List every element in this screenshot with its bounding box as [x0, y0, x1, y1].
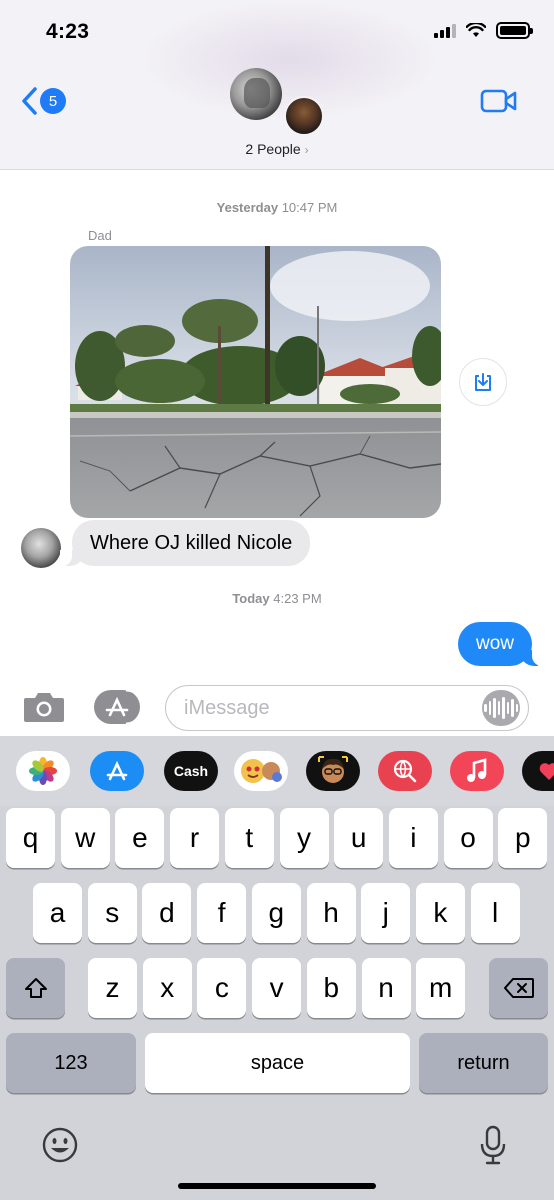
- app-store-app-button[interactable]: [90, 751, 144, 791]
- key-s[interactable]: s: [87, 883, 137, 943]
- key-j[interactable]: j: [361, 883, 411, 943]
- key-k[interactable]: k: [415, 883, 465, 943]
- chevron-left-icon: [22, 87, 37, 115]
- avatar: [284, 96, 324, 136]
- memoji-stickers-icon: [241, 759, 282, 783]
- key-b[interactable]: b: [306, 958, 356, 1018]
- status-icons: [434, 22, 533, 39]
- sender-avatar[interactable]: [21, 528, 61, 568]
- key-p[interactable]: p: [498, 808, 548, 868]
- timestamp-time: 10:47 PM: [281, 200, 338, 215]
- chevron-right-icon: ›: [304, 143, 309, 157]
- key-n[interactable]: n: [361, 958, 411, 1018]
- imessage-app-strip: Cash: [0, 736, 554, 806]
- app-store-drawer-button[interactable]: [92, 688, 145, 726]
- photos-app-button[interactable]: [16, 751, 70, 791]
- key-w[interactable]: w: [60, 808, 110, 868]
- save-photo-button[interactable]: [459, 358, 507, 406]
- outgoing-message-bubble[interactable]: wow: [457, 622, 545, 666]
- dictation-button[interactable]: [478, 1124, 508, 1171]
- key-r[interactable]: r: [170, 808, 220, 868]
- cellular-signal-icon: [434, 23, 456, 38]
- keyboard: Cash q w e r t y u i o p a s d f g h j k…: [0, 736, 554, 1200]
- key-i[interactable]: i: [388, 808, 438, 868]
- key-d[interactable]: d: [142, 883, 192, 943]
- key-e[interactable]: e: [115, 808, 165, 868]
- digital-touch-icon: [539, 763, 554, 780]
- memoji-stickers-app-button[interactable]: [234, 751, 288, 791]
- key-q[interactable]: q: [6, 808, 55, 868]
- photo-message[interactable]: [70, 246, 441, 518]
- shift-key[interactable]: [6, 958, 65, 1018]
- group-people-link[interactable]: 2 People ›: [0, 141, 554, 157]
- key-g[interactable]: g: [251, 883, 301, 943]
- incoming-message-bubble[interactable]: Where OJ killed Nicole: [59, 520, 311, 566]
- microphone-icon: [480, 1125, 506, 1165]
- shift-icon: [24, 978, 47, 998]
- key-t[interactable]: t: [224, 808, 274, 868]
- app-store-icon: [94, 688, 145, 726]
- music-note-icon: [467, 758, 487, 782]
- memoji-icon: [318, 756, 348, 783]
- backspace-icon: [503, 978, 534, 998]
- incoming-message-text: Where OJ killed Nicole: [90, 531, 293, 554]
- message-timestamp: Today 4:23 PM: [0, 591, 554, 606]
- music-app-button[interactable]: [450, 751, 504, 791]
- return-key[interactable]: return: [419, 1033, 548, 1093]
- battery-icon: [496, 22, 533, 39]
- video-camera-icon: [480, 89, 517, 113]
- key-x[interactable]: x: [142, 958, 192, 1018]
- avatar: [230, 68, 282, 120]
- key-u[interactable]: u: [334, 808, 384, 868]
- digital-touch-app-button[interactable]: [522, 751, 554, 791]
- unread-badge: 5: [40, 88, 66, 114]
- camera-button[interactable]: [22, 690, 66, 729]
- key-v[interactable]: v: [252, 958, 302, 1018]
- key-m[interactable]: m: [416, 958, 466, 1018]
- numbers-key[interactable]: 123: [6, 1033, 136, 1093]
- key-l[interactable]: l: [470, 883, 520, 943]
- street-photo-image: [70, 246, 441, 518]
- status-time: 4:23: [46, 20, 90, 43]
- apple-cash-app-button[interactable]: Cash: [164, 751, 218, 791]
- key-y[interactable]: y: [279, 808, 329, 868]
- app-store-icon: [106, 760, 128, 781]
- emoji-smiley-icon: [42, 1127, 78, 1163]
- memoji-app-button[interactable]: [306, 751, 360, 791]
- image-search-app-button[interactable]: [378, 751, 432, 791]
- globe-search-icon: [393, 759, 417, 783]
- apple-cash-label: Cash: [173, 763, 209, 779]
- back-button[interactable]: 5: [20, 86, 66, 116]
- timestamp-day: Today: [232, 591, 270, 606]
- download-icon: [475, 373, 491, 391]
- camera-icon: [24, 693, 64, 722]
- timestamp-day: Yesterday: [216, 200, 279, 215]
- key-h[interactable]: h: [306, 883, 356, 943]
- message-timestamp: Yesterday 10:47 PM: [0, 200, 554, 215]
- sender-name: Dad: [88, 228, 112, 243]
- timestamp-time: 4:23 PM: [273, 591, 322, 606]
- key-c[interactable]: c: [197, 958, 247, 1018]
- key-a[interactable]: a: [33, 883, 82, 943]
- wifi-icon: [466, 23, 486, 37]
- audio-message-button[interactable]: [482, 690, 520, 726]
- photos-icon: [29, 757, 57, 785]
- home-indicator: [178, 1183, 376, 1189]
- key-f[interactable]: f: [197, 883, 247, 943]
- imessage-input[interactable]: [165, 685, 529, 731]
- delete-key[interactable]: [489, 958, 548, 1018]
- emoji-keyboard-button[interactable]: [40, 1125, 80, 1170]
- conversation-header: 4:23 5 2 People ›: [0, 0, 554, 170]
- key-z[interactable]: z: [88, 958, 137, 1018]
- space-key[interactable]: space: [145, 1033, 410, 1093]
- group-avatars[interactable]: [230, 68, 326, 136]
- outgoing-message-text: wow: [475, 633, 514, 654]
- key-o[interactable]: o: [443, 808, 493, 868]
- facetime-video-button[interactable]: [480, 88, 518, 119]
- group-people-label: 2 People: [245, 141, 301, 157]
